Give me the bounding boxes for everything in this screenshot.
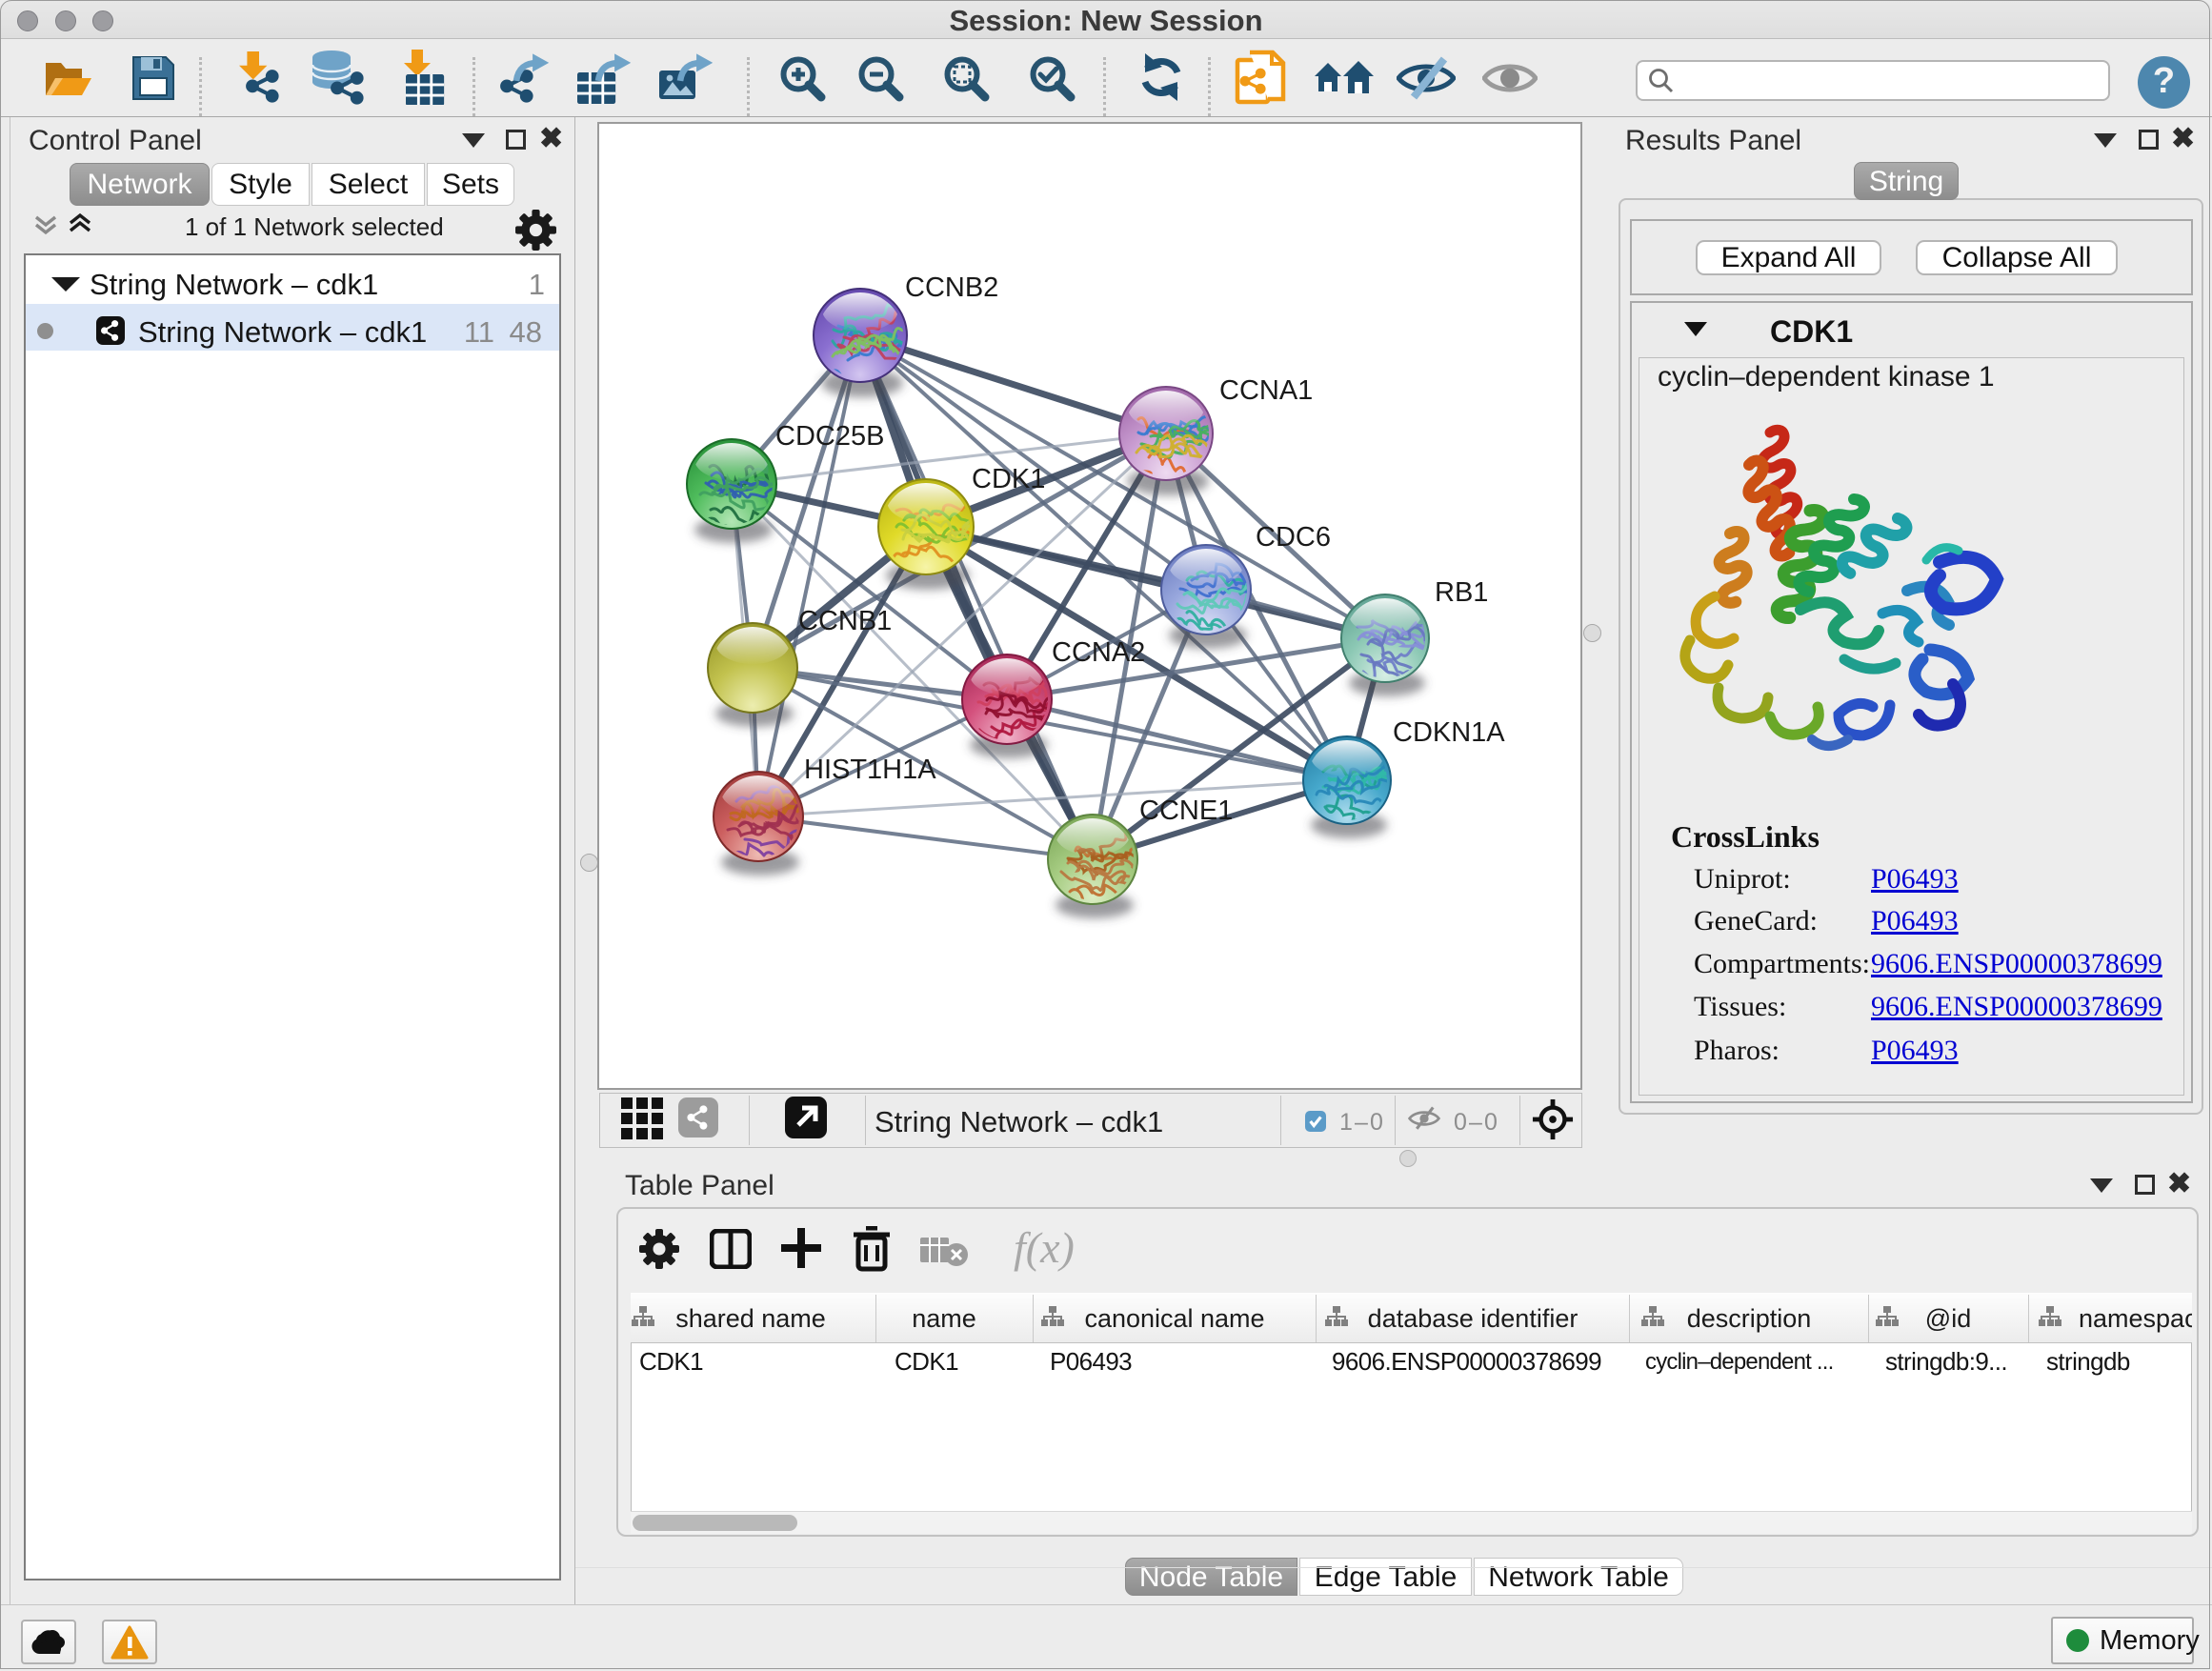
svg-text:CDKN1A: CDKN1A — [1393, 717, 1505, 748]
svg-text:CDC25B: CDC25B — [775, 421, 884, 452]
svg-text:CCNB2: CCNB2 — [905, 272, 998, 303]
svg-text:CCNA1: CCNA1 — [1219, 375, 1313, 406]
svg-text:CDC6: CDC6 — [1256, 522, 1331, 553]
svg-text:CCNB1: CCNB1 — [798, 606, 892, 636]
svg-text:HIST1H1A: HIST1H1A — [804, 755, 936, 785]
svg-text:CCNA2: CCNA2 — [1052, 637, 1145, 668]
svg-text:CCNE1: CCNE1 — [1139, 795, 1233, 826]
svg-text:RB1: RB1 — [1435, 577, 1488, 608]
svg-text:CDK1: CDK1 — [972, 464, 1045, 494]
